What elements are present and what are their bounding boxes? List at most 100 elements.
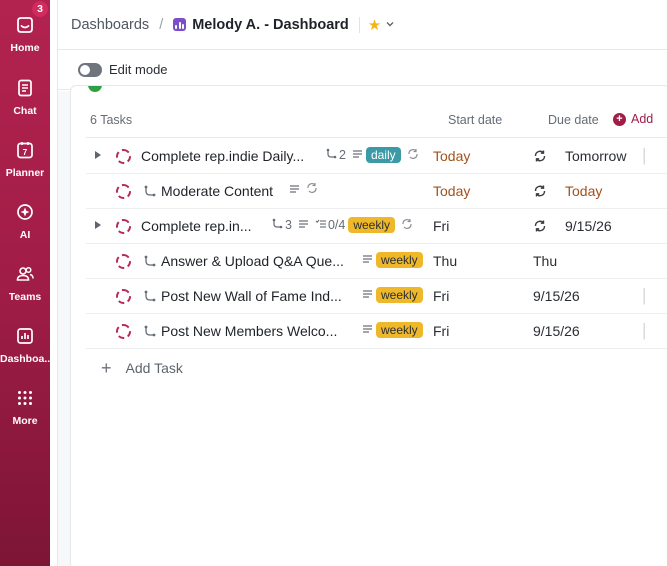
sidebar-item-ai[interactable]: AI [0,201,50,241]
tag-weekly[interactable]: weekly [376,252,423,268]
home-icon: 3 [14,0,49,36]
sidebar-item-dashboards[interactable]: Dashboa.. [0,325,50,365]
sidebar-item-chat[interactable]: Chat [0,77,50,117]
recurring-icon [401,218,413,233]
sidebar-item-label: Chat [13,105,37,117]
task-meta: weekly [362,322,423,338]
recurring-icon [533,149,547,166]
task-count: 6 Tasks [90,113,133,127]
page-title[interactable]: Melody A. - Dashboard [192,17,349,33]
start-date[interactable]: Fri [433,288,449,304]
task-name[interactable]: Answer & Upload Q&A Que... [161,253,344,269]
task-meta: weekly [362,252,423,268]
breadcrumb: Dashboards / Melody A. - Dashboard ★ [58,0,667,50]
add-task-button[interactable]: + Add Task [86,351,183,385]
sidebar-item-teams[interactable]: Teams [0,263,50,303]
edit-mode-toggle[interactable] [78,62,102,77]
dashboard-icon [14,325,36,347]
chevron-down-icon[interactable] [385,17,395,33]
chat-icon [14,77,36,99]
due-date[interactable]: 9/15/26 [533,288,580,304]
breadcrumb-separator: / [159,16,164,33]
subtask-icon [144,324,156,340]
table-row[interactable]: Moderate Content Today Today [86,174,667,209]
table-row[interactable]: Complete rep.indie Daily... 2 daily Toda… [86,139,667,174]
status-circle-icon[interactable] [116,289,131,304]
status-circle-icon[interactable] [116,324,131,339]
task-name[interactable]: Post New Wall of Fame Ind... [161,288,342,304]
status-circle-icon[interactable] [116,219,131,234]
plus-icon: + [101,357,112,378]
table-row[interactable]: Complete rep.in... 3 0/4 weekly Fri 9/15… [86,209,667,244]
subtask-icon [272,218,283,232]
recurring-icon [407,148,419,163]
notification-badge: 3 [31,0,49,18]
due-date[interactable]: Tomorrow [565,148,626,164]
due-date[interactable]: Today [565,183,602,199]
task-name[interactable]: Moderate Content [161,183,273,199]
favorite-star-icon[interactable]: ★ [368,16,381,34]
due-date[interactable]: 9/15/26 [565,218,612,234]
tag-weekly[interactable]: weekly [376,287,423,303]
task-meta: 3 0/4 weekly [272,217,413,233]
task-name[interactable]: Post New Members Welco... [161,323,337,339]
add-task-label: Add Task [125,360,183,376]
status-circle-icon[interactable] [116,149,131,164]
sidebar-item-label: Home [10,42,40,54]
recurring-icon [533,184,547,201]
start-date[interactable]: Today [433,148,470,164]
start-date[interactable]: Fri [433,218,449,234]
description-icon [352,148,363,162]
subtask-icon [144,254,156,270]
column-start-date[interactable]: Start date [448,113,502,127]
status-circle-icon[interactable] [116,254,131,269]
task-name[interactable]: Complete rep.indie Daily... [141,148,304,164]
sidebar-item-planner[interactable]: 7 Planner [0,139,50,179]
due-date[interactable]: Thu [533,253,557,269]
checklist-count: 0/4 [327,218,346,232]
description-icon [362,323,373,337]
expand-caret-icon[interactable] [95,221,101,229]
checklist-icon [315,218,327,232]
column-due-date[interactable]: Due date [548,113,599,127]
start-date[interactable]: Today [433,183,470,199]
overflow-edge-icon: ▕ [634,323,645,339]
tag-daily[interactable]: daily [365,147,401,163]
task-meta [289,182,318,197]
plus-icon: + [613,112,626,126]
breadcrumb-dashboards[interactable]: Dashboards [71,17,149,33]
status-dot-icon [88,86,102,92]
due-date[interactable]: 9/15/26 [533,323,580,339]
divider [358,16,360,33]
sidebar-item-home[interactable]: 3 Home [0,0,50,54]
subtask-count: 3 [285,218,292,232]
table-header: 6 Tasks Start date Due date + Add [86,106,667,138]
task-meta: weekly [362,287,423,303]
sidebar-item-label: Teams [8,291,42,303]
subtask-icon [144,184,156,200]
recurring-icon [533,219,547,236]
description-icon [298,218,309,232]
dashboard-canvas: 6 Tasks Start date Due date + Add Comple… [58,85,667,566]
table-row[interactable]: Post New Members Welco... weekly Fri 9/1… [86,314,667,349]
start-date[interactable]: Fri [433,323,449,339]
calendar-day: 7 [23,148,28,157]
start-date[interactable]: Thu [433,253,457,269]
sidebar-item-label: Dashboa.. [0,353,50,365]
status-circle-icon[interactable] [116,184,131,199]
table-row[interactable]: Answer & Upload Q&A Que... weekly Thu Th… [86,244,667,279]
description-icon [362,288,373,302]
recurring-icon [306,182,318,197]
tag-weekly[interactable]: weekly [376,322,423,338]
sidebar-item-more[interactable]: More [0,387,50,427]
task-name[interactable]: Complete rep.in... [141,218,252,234]
table-row[interactable]: Post New Wall of Fame Ind... weekly Fri … [86,279,667,314]
subtask-icon [326,148,337,162]
expand-caret-icon[interactable] [95,151,101,159]
edit-mode-label: Edit mode [109,62,168,77]
main-area: Dashboards / Melody A. - Dashboard ★ Edi… [57,0,667,566]
add-column-button[interactable]: + Add [609,110,658,128]
tasks-card: 6 Tasks Start date Due date + Add Comple… [70,85,667,566]
sidebar-item-label: More [12,415,38,427]
tag-weekly[interactable]: weekly [348,217,396,233]
